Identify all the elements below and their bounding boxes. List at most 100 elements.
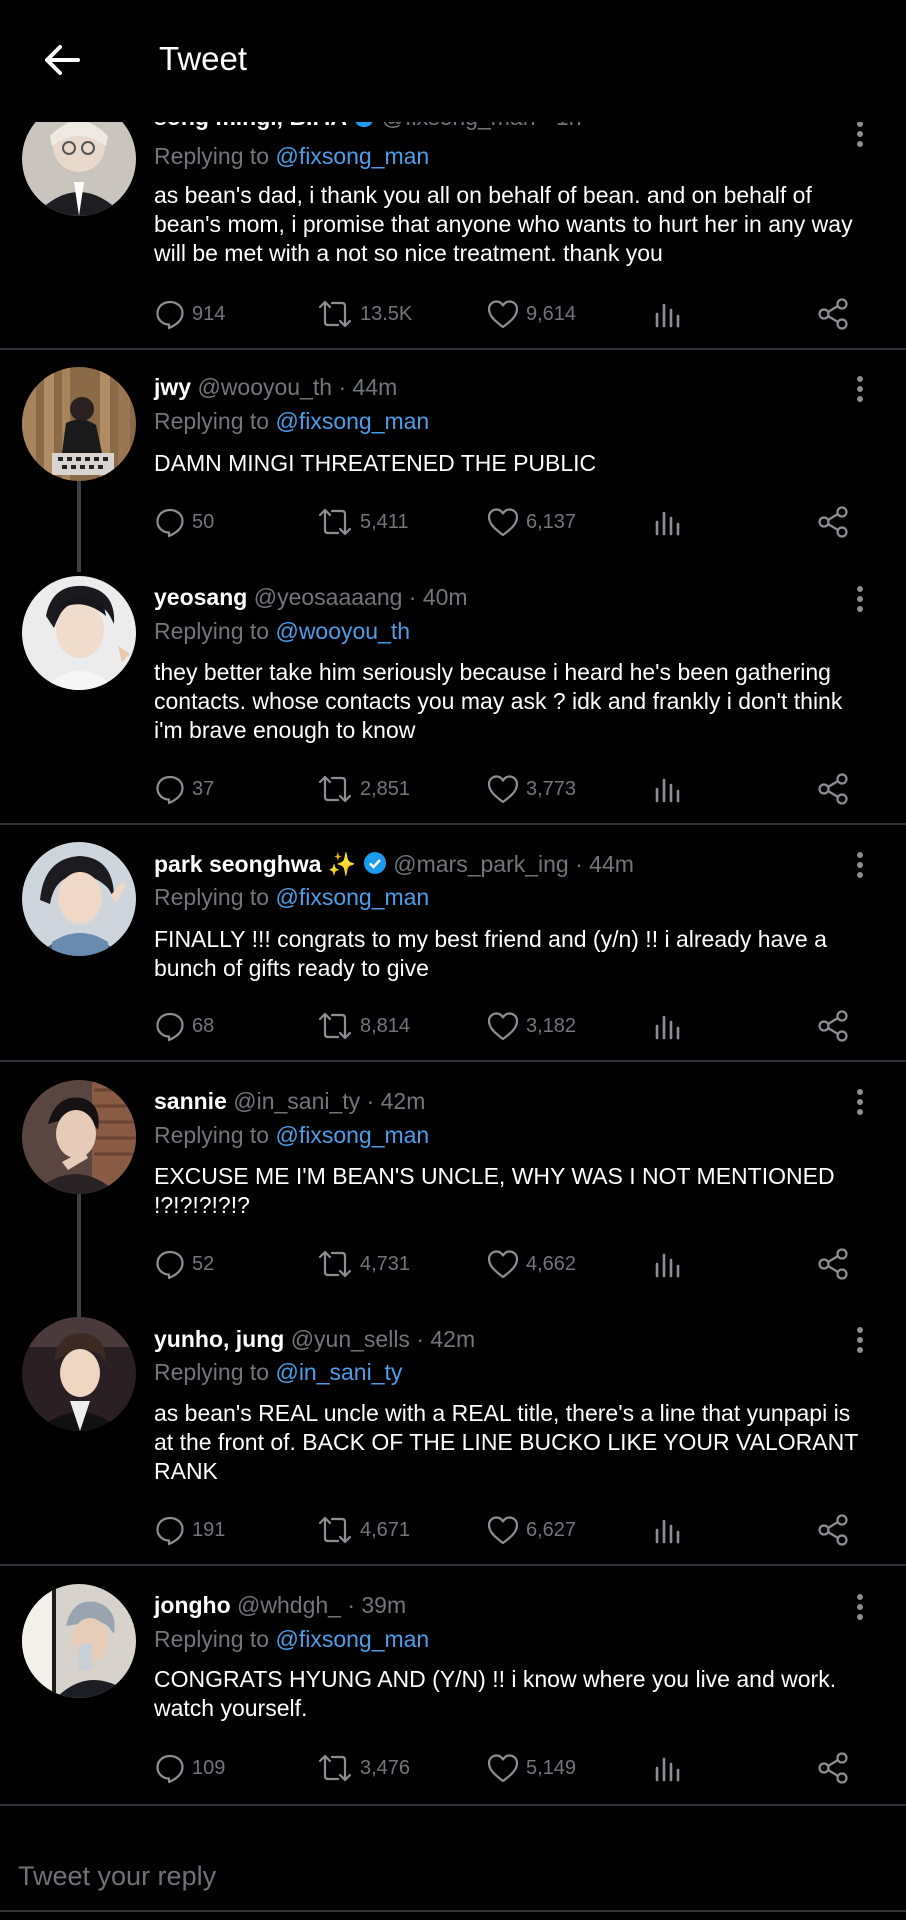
- more-options-icon[interactable]: [850, 849, 870, 883]
- speech-bubble-icon: [156, 775, 184, 805]
- reply-button[interactable]: 68: [154, 1006, 214, 1046]
- retweet-icon: [318, 1250, 352, 1278]
- avatar[interactable]: [22, 1317, 136, 1431]
- replying-to: Replying to @wooyou_th: [154, 618, 410, 645]
- like-button[interactable]: 9,614: [486, 294, 576, 334]
- handle-and-time[interactable]: @whdgh_ · 39m: [237, 1592, 406, 1618]
- display-name[interactable]: sannie: [154, 1088, 227, 1114]
- like-button[interactable]: 6,137: [486, 502, 576, 542]
- reply-count: 50: [192, 510, 215, 533]
- like-button[interactable]: 6,627: [486, 1510, 576, 1550]
- more-options-icon[interactable]: [850, 1591, 870, 1625]
- replying-label: Replying to: [154, 618, 270, 644]
- retweet-button[interactable]: 3,476: [316, 1748, 410, 1788]
- display-name[interactable]: yeosang: [154, 584, 247, 610]
- retweet-button[interactable]: 4,671: [316, 1510, 410, 1550]
- analytics-button[interactable]: [652, 294, 690, 334]
- analytics-button[interactable]: [652, 502, 690, 542]
- reply-count: 191: [192, 1518, 226, 1541]
- avatar[interactable]: [22, 367, 136, 481]
- analytics-button[interactable]: [652, 1510, 690, 1550]
- reply-count: 37: [192, 777, 215, 800]
- share-icon: [818, 773, 848, 805]
- retweet-button[interactable]: 2,851: [316, 769, 410, 809]
- like-count: 3,773: [526, 777, 577, 800]
- tweet-meta: yeosang @yeosaaaang · 40m: [154, 584, 468, 611]
- handle-and-time[interactable]: @yun_sells · 42m: [291, 1326, 475, 1352]
- avatar[interactable]: [22, 842, 136, 956]
- more-options-icon[interactable]: [850, 118, 870, 152]
- analytics-button[interactable]: [652, 1244, 690, 1284]
- divider: [0, 1910, 906, 1912]
- retweet-button[interactable]: 4,731: [316, 1244, 410, 1284]
- like-button[interactable]: 4,662: [486, 1244, 576, 1284]
- display-name[interactable]: jongho: [154, 1592, 231, 1618]
- analytics-button[interactable]: [652, 769, 690, 809]
- like-button[interactable]: 3,182: [486, 1006, 576, 1046]
- mention-link[interactable]: @fixsong_man: [275, 1122, 429, 1148]
- share-icon: [818, 298, 848, 330]
- replying-label: Replying to: [154, 408, 270, 434]
- handle-and-time[interactable]: @mars_park_ing · 44m: [393, 851, 634, 877]
- reply-input[interactable]: [18, 1856, 878, 1896]
- mention-link[interactable]: @fixsong_man: [275, 1626, 429, 1652]
- share-icon: [818, 1010, 848, 1042]
- like-button[interactable]: 5,149: [486, 1748, 576, 1788]
- retweet-count: 2,851: [360, 777, 411, 800]
- display-name[interactable]: park seonghwa: [154, 851, 321, 877]
- share-icon: [818, 1752, 848, 1784]
- retweet-button[interactable]: 5,411: [316, 502, 409, 542]
- share-button[interactable]: [816, 1748, 856, 1788]
- mention-link[interactable]: @wooyou_th: [275, 618, 410, 644]
- more-options-icon[interactable]: [850, 373, 870, 407]
- share-button[interactable]: [816, 1510, 856, 1550]
- share-button[interactable]: [816, 502, 856, 542]
- share-button[interactable]: [816, 294, 856, 334]
- reply-button[interactable]: 37: [154, 769, 214, 809]
- analytics-button[interactable]: [652, 1748, 690, 1788]
- retweet-button[interactable]: 13.5K: [316, 294, 412, 334]
- display-name[interactable]: jwy: [154, 374, 191, 400]
- more-options-icon[interactable]: [850, 583, 870, 617]
- speech-bubble-icon: [156, 300, 184, 330]
- reply-count: 109: [192, 1756, 226, 1779]
- heart-icon: [487, 300, 519, 329]
- reply-button[interactable]: 191: [154, 1510, 225, 1550]
- share-button[interactable]: [816, 769, 856, 809]
- arrow-left-icon: [45, 45, 80, 75]
- tweet-actions: 52 4,731 4,662: [0, 1244, 906, 1284]
- speech-bubble-icon: [156, 1516, 184, 1546]
- more-options-icon[interactable]: [850, 1086, 870, 1120]
- share-button[interactable]: [816, 1006, 856, 1046]
- reply-button[interactable]: 914: [154, 294, 225, 334]
- tweet-actions: 914 13.5K 9,614: [0, 294, 906, 334]
- reply-button[interactable]: 109: [154, 1748, 225, 1788]
- retweet-icon: [318, 300, 352, 328]
- like-button[interactable]: 3,773: [486, 769, 576, 809]
- avatar[interactable]: [22, 576, 136, 690]
- mention-link[interactable]: @fixsong_man: [275, 408, 429, 434]
- handle-and-time[interactable]: @wooyou_th · 44m: [197, 374, 397, 400]
- mention-link[interactable]: @in_sani_ty: [275, 1359, 402, 1385]
- analytics-button[interactable]: [652, 1006, 690, 1046]
- mention-link[interactable]: @fixsong_man: [275, 143, 429, 169]
- back-button[interactable]: [40, 38, 84, 82]
- retweet-count: 3,476: [360, 1756, 411, 1779]
- replying-label: Replying to: [154, 884, 270, 910]
- mention-link[interactable]: @fixsong_man: [275, 884, 429, 910]
- handle-and-time[interactable]: @yeosaaaang · 40m: [254, 584, 468, 610]
- avatar[interactable]: [22, 1584, 136, 1698]
- reply-count: 68: [192, 1014, 215, 1037]
- more-options-icon[interactable]: [850, 1324, 870, 1358]
- reply-button[interactable]: 50: [154, 502, 214, 542]
- reply-button[interactable]: 52: [154, 1244, 214, 1284]
- handle-and-time[interactable]: @in_sani_ty · 42m: [233, 1088, 425, 1114]
- retweet-button[interactable]: 8,814: [316, 1006, 410, 1046]
- share-button[interactable]: [816, 1244, 856, 1284]
- tweet-actions: 68 8,814 3,182: [0, 1006, 906, 1046]
- divider: [0, 1804, 906, 1806]
- tweet-actions: 50 5,411 6,137: [0, 502, 906, 542]
- bar-chart-icon: [655, 511, 680, 536]
- display-name[interactable]: yunho, jung: [154, 1326, 284, 1352]
- avatar[interactable]: [22, 1080, 136, 1194]
